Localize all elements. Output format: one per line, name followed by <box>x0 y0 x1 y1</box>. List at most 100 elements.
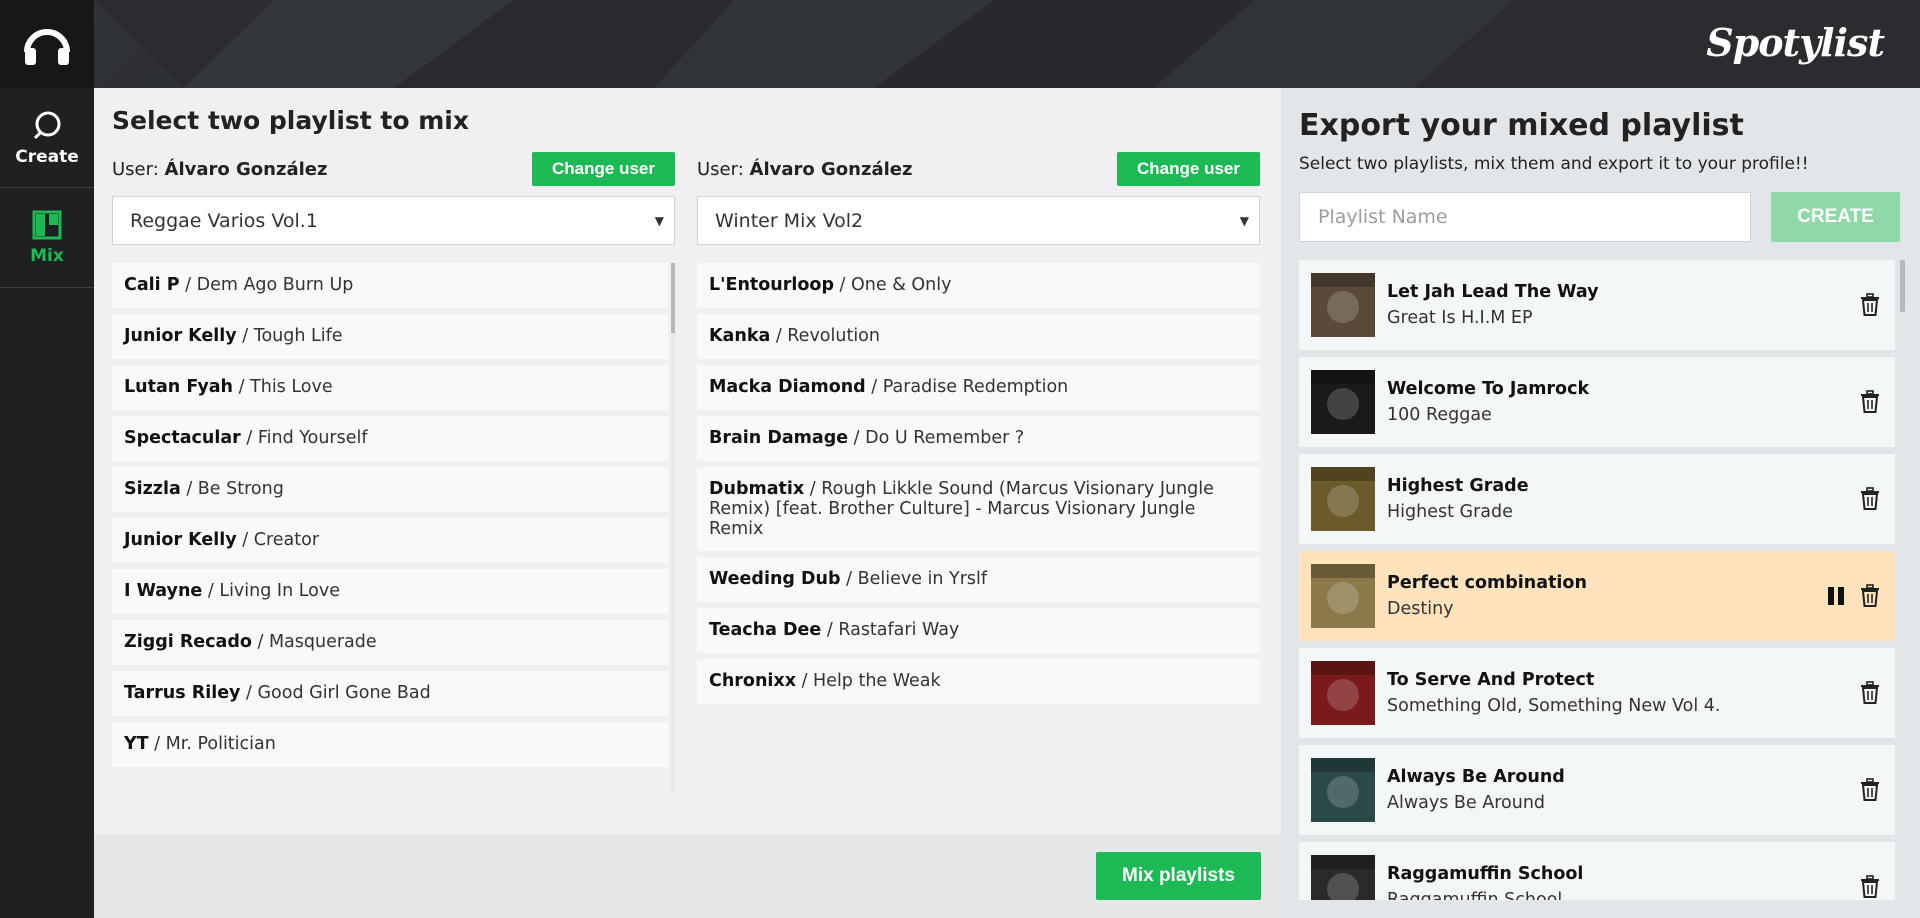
track-artist: Weeding Dub <box>709 569 841 589</box>
track-song: / Creator <box>236 530 320 550</box>
track-item[interactable]: Teacha Dee / Rastafari Way <box>697 608 1260 653</box>
track-item[interactable]: Junior Kelly / Tough Life <box>112 314 668 359</box>
album-cover <box>1311 273 1375 337</box>
mixed-track-item[interactable]: Always Be Around Always Be Around <box>1299 745 1895 835</box>
track-artist: Tarrus Riley <box>124 683 241 703</box>
chevron-down-icon: ▼ <box>1239 213 1249 228</box>
mixed-track-title: Raggamuffin School <box>1387 864 1584 884</box>
album-cover <box>1311 564 1375 628</box>
track-item[interactable]: Lutan Fyah / This Love <box>112 365 668 410</box>
playlist-select-value: Winter Mix Vol2 <box>715 209 864 232</box>
trash-icon[interactable] <box>1859 390 1881 414</box>
trash-icon[interactable] <box>1859 875 1881 899</box>
pause-icon[interactable] <box>1827 586 1845 606</box>
mixed-track-item[interactable]: To Serve And Protect Something Old, Somet… <box>1299 648 1895 738</box>
mixed-track-album: 100 Reggae <box>1387 405 1492 425</box>
track-song: / This Love <box>233 377 333 397</box>
track-artist: L'Entourloop <box>709 275 834 295</box>
mixed-track-item[interactable]: Highest Grade Highest Grade <box>1299 454 1895 544</box>
user-prefix: User: <box>112 158 159 180</box>
mixed-track-title: To Serve And Protect <box>1387 670 1595 690</box>
user-name: Álvaro González <box>164 158 328 180</box>
header-pattern <box>94 0 1920 88</box>
track-song: / Revolution <box>770 326 880 346</box>
track-artist: Dubmatix <box>709 479 805 499</box>
track-item[interactable]: Ziggi Recado / Masquerade <box>112 620 668 665</box>
track-item[interactable]: Cali P / Dem Ago Burn Up <box>112 263 668 308</box>
playlist-select[interactable]: Reggae Varios Vol.1 ▼ <box>112 196 675 245</box>
track-artist: Chronixx <box>709 671 796 691</box>
track-artist: Lutan Fyah <box>124 377 234 397</box>
scrollbar-thumb[interactable] <box>1900 260 1905 312</box>
mix-panel: Select two playlist to mix User: Álvaro … <box>94 88 1281 918</box>
sidebar-item-create[interactable]: Create <box>0 88 94 188</box>
mixed-track-item[interactable]: Welcome To Jamrock 100 Reggae <box>1299 357 1895 447</box>
album-cover <box>1311 855 1375 900</box>
mix-footer: Mix playlists <box>94 834 1281 918</box>
trash-icon[interactable] <box>1859 681 1881 705</box>
track-song: / Living In Love <box>202 581 340 601</box>
change-user-button[interactable]: Change user <box>1117 152 1260 186</box>
track-list[interactable]: Cali P / Dem Ago Burn Up Junior Kelly / T… <box>112 263 675 793</box>
app-logo[interactable] <box>0 0 94 88</box>
mixed-track-title: Perfect combination <box>1387 573 1587 593</box>
mixed-track-album: Always Be Around <box>1387 793 1546 813</box>
track-artist: Junior Kelly <box>124 326 237 346</box>
track-item[interactable]: Spectacular / Find Yourself <box>112 416 668 461</box>
track-song: / Good Girl Gone Bad <box>240 683 431 703</box>
playlist-name-input[interactable] <box>1299 192 1751 242</box>
track-song: / Mr. Politician <box>148 734 276 754</box>
scrollbar-thumb[interactable] <box>671 263 675 333</box>
track-artist: Kanka <box>709 326 771 346</box>
track-artist: I Wayne <box>124 581 203 601</box>
mix-playlists-button[interactable]: Mix playlists <box>1096 852 1261 900</box>
sidebar-item-label: Mix <box>30 245 64 266</box>
sidebar: Create Mix <box>0 0 94 918</box>
trash-icon[interactable] <box>1859 778 1881 802</box>
track-song: / Rastafari Way <box>821 620 960 640</box>
mixed-track-list[interactable]: Let Jah Lead The Way Great Is H.I.M EP Wel… <box>1299 260 1899 900</box>
mixed-track-album: Great Is H.I.M EP <box>1387 308 1533 328</box>
user-row: User: Álvaro González Change user <box>697 152 1260 186</box>
track-artist: Sizzla <box>124 479 181 499</box>
track-item[interactable]: Weeding Dub / Believe in Yrslf <box>697 557 1260 602</box>
mixed-track-album: Destiny <box>1387 599 1454 619</box>
track-item[interactable]: Kanka / Revolution <box>697 314 1260 359</box>
track-item[interactable]: Tarrus Riley / Good Girl Gone Bad <box>112 671 668 716</box>
scrollbar[interactable] <box>671 263 675 793</box>
track-item[interactable]: Chronixx / Help the Weak <box>697 659 1260 704</box>
create-button[interactable]: CREATE <box>1771 192 1900 242</box>
track-song: / Paradise Redemption <box>865 377 1069 397</box>
track-item[interactable]: Dubmatix / Rough Likkle Sound (Marcus Vi… <box>697 467 1260 551</box>
playlist-select[interactable]: Winter Mix Vol2 ▼ <box>697 196 1260 245</box>
track-item[interactable]: Brain Damage / Do U Remember ? <box>697 416 1260 461</box>
mixed-track-item[interactable]: Perfect combination Destiny <box>1299 551 1895 641</box>
user-name: Álvaro González <box>749 158 913 180</box>
track-song: / Tough Life <box>236 326 343 346</box>
track-item[interactable]: I Wayne / Living In Love <box>112 569 668 614</box>
change-user-button[interactable]: Change user <box>532 152 675 186</box>
mixed-track-item[interactable]: Let Jah Lead The Way Great Is H.I.M EP <box>1299 260 1895 350</box>
trash-icon[interactable] <box>1859 293 1881 317</box>
user-label: User: Álvaro González <box>112 159 327 180</box>
track-song: / Be Strong <box>180 479 284 499</box>
trash-icon[interactable] <box>1859 487 1881 511</box>
track-song: / One & Only <box>833 275 952 295</box>
album-cover <box>1311 758 1375 822</box>
album-cover <box>1311 661 1375 725</box>
sidebar-item-mix[interactable]: Mix <box>0 188 94 288</box>
track-list[interactable]: L'Entourloop / One & Only Kanka / Revolut… <box>697 263 1260 793</box>
track-item[interactable]: YT / Mr. Politician <box>112 722 668 767</box>
track-item[interactable]: Macka Diamond / Paradise Redemption <box>697 365 1260 410</box>
scrollbar[interactable] <box>1900 260 1905 900</box>
track-item[interactable]: Sizzla / Be Strong <box>112 467 668 512</box>
track-artist: Ziggi Recado <box>124 632 252 652</box>
track-item[interactable]: L'Entourloop / One & Only <box>697 263 1260 308</box>
page-title: Select two playlist to mix <box>112 106 469 135</box>
brand-title: Spotylist <box>1706 20 1885 65</box>
track-item[interactable]: Junior Kelly / Creator <box>112 518 668 563</box>
trash-icon[interactable] <box>1859 584 1881 608</box>
mixed-track-item[interactable]: Raggamuffin School Raggamuffin School <box>1299 842 1895 900</box>
playlist-select-value: Reggae Varios Vol.1 <box>130 209 318 232</box>
track-song: / Find Yourself <box>240 428 368 448</box>
